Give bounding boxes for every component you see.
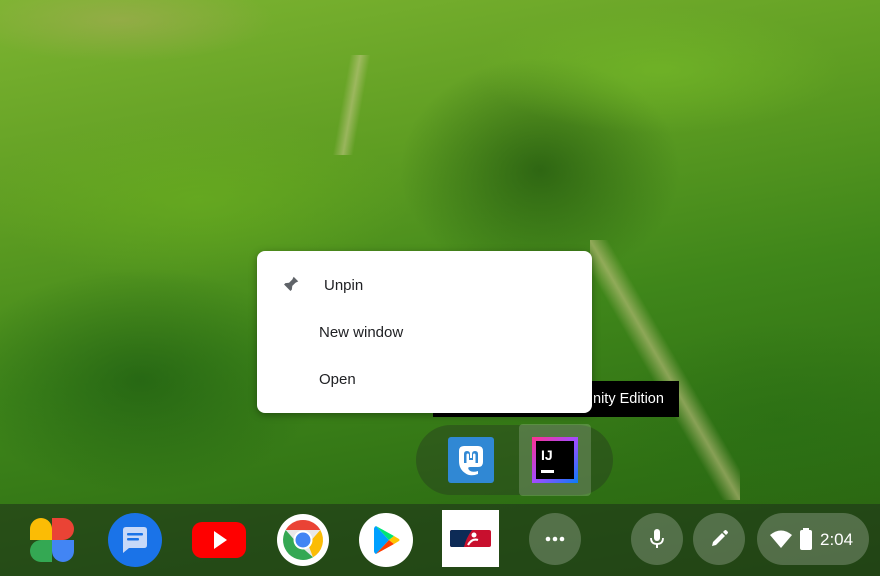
chrome-icon[interactable]: [275, 512, 331, 568]
menu-item-unpin[interactable]: Unpin: [257, 262, 592, 309]
messages-icon[interactable]: [107, 512, 163, 568]
intellij-logo-text: IJ: [541, 447, 553, 463]
google-photos-icon[interactable]: [24, 512, 80, 568]
mastodon-icon: [448, 437, 494, 483]
voice-input-button[interactable]: [631, 513, 683, 565]
battery-icon: [800, 528, 812, 550]
mlb-icon[interactable]: [442, 510, 499, 567]
menu-item-open[interactable]: Open: [257, 356, 592, 403]
more-apps-icon: [545, 536, 565, 542]
stylus-icon: [712, 530, 728, 546]
microphone-icon: [650, 529, 664, 548]
menu-item-label: New window: [319, 324, 404, 341]
wallpaper-detail: [330, 55, 380, 155]
app-group-popup: IJ: [416, 424, 613, 496]
popup-app-intellij[interactable]: IJ: [519, 424, 591, 496]
popup-app-mastodon[interactable]: [435, 424, 507, 496]
stylus-tools-button[interactable]: [693, 513, 745, 565]
more-apps-button[interactable]: [529, 513, 581, 565]
youtube-icon[interactable]: [191, 512, 247, 568]
intellij-icon: IJ: [532, 437, 578, 483]
menu-item-label: Open: [319, 371, 356, 388]
menu-item-label: Unpin: [324, 277, 364, 294]
wifi-icon: [770, 530, 792, 548]
play-store-icon[interactable]: [358, 512, 414, 568]
menu-item-new-window[interactable]: New window: [257, 309, 592, 356]
tooltip-text: nity Edition: [593, 391, 664, 407]
context-menu: Unpin New window Open: [257, 251, 592, 413]
pin-icon: [282, 276, 299, 293]
clock-time[interactable]: 2:04: [820, 530, 853, 550]
